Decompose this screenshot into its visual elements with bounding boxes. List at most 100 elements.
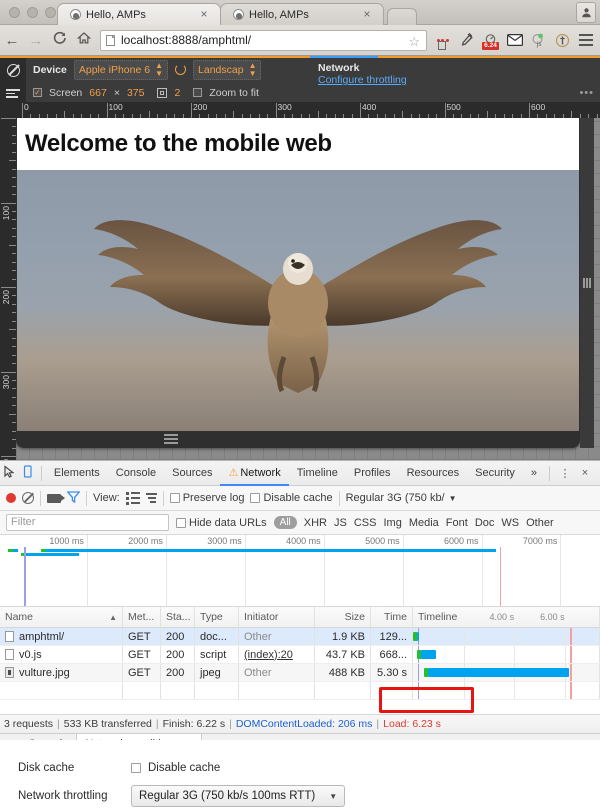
- capture-screenshots-icon[interactable]: [47, 493, 65, 503]
- bookmark-star-icon[interactable]: ☆: [408, 34, 420, 50]
- network-overview-chart[interactable]: 1000 ms 2000 ms 3000 ms 4000 ms 5000 ms 6000 …: [0, 535, 600, 607]
- close-tab-icon[interactable]: ×: [198, 8, 210, 20]
- tab-overflow-icon[interactable]: »: [523, 461, 545, 486]
- column-header-method[interactable]: Met...: [123, 607, 161, 627]
- zoom-to-fit-checkbox[interactable]: [193, 88, 203, 97]
- new-tab-button[interactable]: [387, 8, 417, 25]
- back-button[interactable]: ←: [0, 32, 24, 49]
- devtools-menu-icon[interactable]: ⋮: [556, 467, 574, 480]
- close-devtools-icon[interactable]: ×: [576, 467, 594, 479]
- ruler-tick: [191, 103, 192, 118]
- screen-height-input[interactable]: 375: [127, 87, 145, 99]
- filter-type-media[interactable]: Media: [409, 517, 439, 529]
- filter-type-all[interactable]: All: [273, 516, 297, 529]
- ruler-tick: [571, 111, 573, 118]
- no-throttling-icon[interactable]: [6, 63, 20, 77]
- screen-width-input[interactable]: 667: [89, 87, 107, 99]
- column-header-initiator[interactable]: Initiator: [239, 607, 315, 627]
- minimize-window-button[interactable]: [27, 7, 38, 18]
- filter-type-doc[interactable]: Doc: [475, 517, 495, 529]
- eyedropper-icon[interactable]: [457, 31, 476, 50]
- network-throttling-select[interactable]: Regular 3G (750 kb/s 100ms RTT) ▼: [131, 785, 346, 807]
- table-row[interactable]: v0.js GET 200 script (index):20 43.7 KB …: [0, 646, 600, 664]
- device-screen[interactable]: Welcome to the mobile web: [17, 118, 579, 431]
- adblock-icon[interactable]: [433, 31, 452, 50]
- device-pixel-ratio-value[interactable]: 2: [174, 87, 180, 99]
- configure-throttling-link[interactable]: Configure throttling: [318, 74, 407, 86]
- tab-sources[interactable]: Sources: [164, 461, 220, 486]
- pagespeed-icon[interactable]: 6.24: [481, 31, 500, 50]
- filter-toggle-icon[interactable]: [66, 490, 81, 506]
- forward-button[interactable]: →: [24, 32, 48, 49]
- filter-type-js[interactable]: JS: [334, 517, 347, 529]
- list-view-icon[interactable]: [126, 492, 140, 505]
- device-resize-handle-right[interactable]: [580, 118, 594, 448]
- column-header-name[interactable]: Name ▲: [0, 607, 123, 627]
- column-header-type[interactable]: Type: [195, 607, 239, 627]
- clear-button[interactable]: [22, 492, 34, 504]
- browser-tab-2[interactable]: Hello, AMPs ×: [220, 3, 384, 25]
- waterfall-view-icon[interactable]: [145, 493, 157, 503]
- tab-profiles[interactable]: Profiles: [346, 461, 399, 486]
- page-info-icon[interactable]: [106, 34, 115, 46]
- device-frame: Welcome to the mobile web: [16, 118, 580, 448]
- table-row[interactable]: amphtml/ GET 200 doc... Other 1.9 KB 129…: [0, 628, 600, 646]
- filter-type-css[interactable]: CSS: [354, 517, 377, 529]
- screen-checkbox[interactable]: ✓: [33, 88, 42, 97]
- tab-elements[interactable]: Elements: [46, 461, 108, 486]
- rotate-icon[interactable]: [175, 64, 187, 75]
- tab-list: Hello, AMPs × Hello, AMPs ×: [57, 3, 417, 25]
- column-header-timeline[interactable]: 4.00 s 6.00 s Timeline: [413, 607, 600, 627]
- column-header-status[interactable]: Sta...: [161, 607, 195, 627]
- filter-type-xhr[interactable]: XHR: [304, 517, 327, 529]
- tab-network[interactable]: ⚠ Network: [220, 461, 289, 486]
- filter-type-ws[interactable]: WS: [501, 517, 519, 529]
- hide-data-urls-checkbox[interactable]: Hide data URLs: [176, 517, 267, 529]
- address-bar[interactable]: localhost:8888/amphtml/ ☆: [100, 29, 427, 51]
- disable-cache-checkbox[interactable]: Disable cache: [250, 492, 333, 504]
- home-button[interactable]: [72, 31, 96, 49]
- tab-console[interactable]: Console: [108, 461, 164, 486]
- device-select[interactable]: Apple iPhone 6 ▲ ▼: [73, 59, 169, 80]
- tab-security[interactable]: Security: [467, 461, 523, 486]
- close-tab-icon[interactable]: ×: [361, 8, 373, 20]
- filter-type-other[interactable]: Other: [526, 517, 554, 529]
- preserve-log-checkbox[interactable]: Preserve log: [169, 492, 244, 504]
- device-label: Device: [33, 63, 67, 76]
- maximize-window-button[interactable]: [45, 7, 56, 18]
- browser-tab-1[interactable]: Hello, AMPs ×: [57, 3, 221, 25]
- chrome-menu-button[interactable]: [577, 34, 595, 46]
- throttling-select[interactable]: Regular 3G (750 kb/ ▼: [346, 492, 457, 504]
- js-toggle-icon[interactable]: js: [529, 31, 548, 50]
- orientation-select[interactable]: Landscap ▲ ▼: [193, 59, 262, 80]
- network-waterfall-icon[interactable]: [6, 88, 20, 99]
- cell-empty: [413, 682, 600, 699]
- device-resize-handle-bottom[interactable]: [164, 434, 178, 444]
- reload-button[interactable]: [48, 31, 72, 49]
- view-label: View:: [93, 492, 120, 504]
- close-window-button[interactable]: [9, 7, 20, 18]
- table-row[interactable]: vulture.jpg GET 200 jpeg Other 488 KB 5.…: [0, 664, 600, 682]
- profile-avatar[interactable]: [576, 2, 596, 23]
- disable-cache-checkbox[interactable]: Disable cache: [131, 762, 220, 774]
- image-icon: [5, 667, 14, 678]
- inspect-element-icon[interactable]: [0, 465, 19, 481]
- timeline-dcl-marker: [418, 682, 420, 699]
- toggle-device-toolbar-icon[interactable]: [19, 465, 38, 481]
- column-header-time[interactable]: Time: [371, 607, 413, 627]
- record-button[interactable]: [6, 493, 16, 503]
- filter-input[interactable]: Filter: [6, 514, 169, 531]
- window-controls[interactable]: [9, 7, 56, 18]
- toolbar-divider: [162, 490, 164, 506]
- mail-icon[interactable]: [505, 31, 524, 50]
- tab-timeline[interactable]: Timeline: [289, 461, 346, 486]
- network-conditions-panel: Disk cache Disable cache Network throttl…: [0, 740, 600, 809]
- filter-type-font[interactable]: Font: [446, 517, 468, 529]
- device-toolbar-more-icon[interactable]: •••: [579, 87, 594, 99]
- column-header-size[interactable]: Size: [315, 607, 371, 627]
- shield-icon[interactable]: [553, 31, 572, 50]
- ruler-tick: [360, 103, 361, 118]
- filter-type-img[interactable]: Img: [383, 517, 401, 529]
- tab-resources[interactable]: Resources: [399, 461, 468, 486]
- initiator-link[interactable]: (index):20: [244, 649, 293, 661]
